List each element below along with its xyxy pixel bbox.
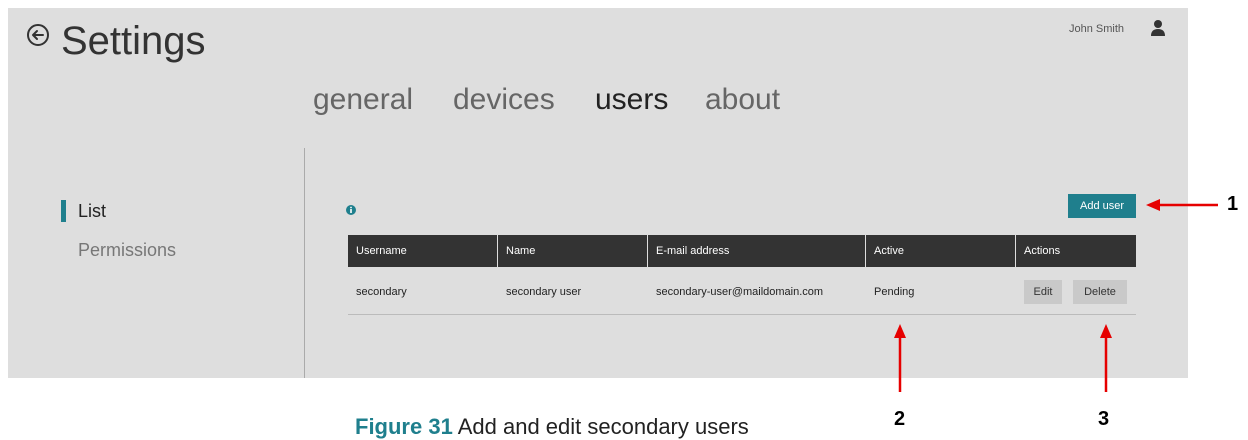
- callout-arrow-1: [1146, 199, 1218, 211]
- column-header-actions: Actions: [1024, 245, 1061, 257]
- sidebar-divider: [304, 148, 305, 378]
- edit-button[interactable]: Edit: [1024, 280, 1062, 304]
- table-row: secondary secondary user secondary-user@…: [348, 276, 1136, 315]
- tab-about[interactable]: about: [705, 82, 780, 118]
- callout-label-1: 1: [1227, 193, 1239, 215]
- info-icon[interactable]: [346, 205, 356, 215]
- column-header-active[interactable]: Active: [866, 235, 1016, 267]
- tab-users[interactable]: users: [595, 82, 668, 118]
- figure-caption: Figure 31 Add and edit secondary users: [355, 414, 749, 440]
- back-arrow-icon[interactable]: [26, 23, 50, 47]
- callout-arrow-2: [894, 324, 906, 392]
- figure-caption-text: Add and edit secondary users: [457, 414, 749, 439]
- user-name[interactable]: John Smith: [1069, 23, 1124, 35]
- sidebar-item-permissions[interactable]: Permissions: [78, 239, 176, 261]
- active-indicator: [61, 200, 66, 222]
- tab-devices[interactable]: devices: [453, 82, 555, 118]
- table-header: Username Name E-mail address Active Acti…: [348, 235, 1136, 267]
- callout-label-3: 3: [1098, 408, 1110, 430]
- sidebar-item-list[interactable]: List: [78, 200, 106, 222]
- column-header-username[interactable]: Username: [348, 235, 498, 267]
- add-user-button[interactable]: Add user: [1068, 194, 1136, 218]
- cell-name: secondary user: [506, 286, 582, 298]
- delete-button[interactable]: Delete: [1073, 280, 1127, 304]
- cell-username: secondary: [356, 286, 407, 298]
- callout-label-2: 2: [894, 408, 906, 430]
- figure-number: Figure 31: [355, 414, 453, 439]
- page-title: Settings: [61, 19, 206, 63]
- column-header-name[interactable]: Name: [498, 235, 648, 267]
- cell-email: secondary-user@maildomain.com: [656, 286, 824, 298]
- tab-general[interactable]: general: [313, 82, 413, 118]
- cell-active-status: Pending: [874, 286, 915, 298]
- user-icon[interactable]: [1150, 19, 1166, 37]
- callout-arrow-3: [1100, 324, 1112, 392]
- column-header-email[interactable]: E-mail address: [648, 235, 866, 267]
- settings-window: Settings John Smith general devices user…: [8, 8, 1188, 378]
